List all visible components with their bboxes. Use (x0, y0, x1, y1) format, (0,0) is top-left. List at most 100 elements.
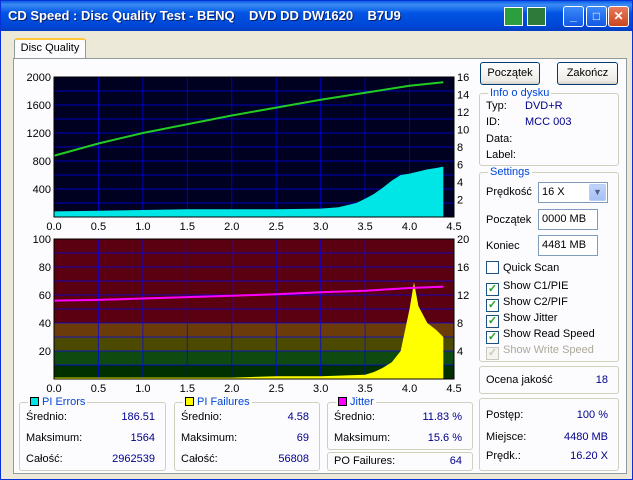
jitter-stats: Jitter Średnio: 11.83 % Maksimum: 15.6 % (327, 396, 473, 450)
pie-avg-label: Średnio: (26, 411, 67, 423)
position-label: Miejsce: (486, 431, 527, 443)
y-right-tick-label: 6 (457, 160, 463, 172)
show-pie-checkbox[interactable]: ✓ Show C1/PIE (486, 280, 568, 296)
progress-value: 100 % (576, 409, 608, 421)
x-tick-label: 3.5 (357, 383, 372, 395)
disc-quality-panel: 0.0 0.5 1.0 1.5 2.0 2.5 3.0 3.5 4.0 4.5 2000 1600 12… (13, 58, 627, 474)
tab-disc-quality[interactable]: Disc Quality (14, 38, 86, 59)
po-failures-box: PO Failures: 64 (327, 452, 473, 471)
quality-score-box: Ocena jakość 18 (479, 366, 619, 394)
start-button[interactable]: Początek (480, 62, 540, 85)
y-right-tick-label: 12 (457, 107, 469, 119)
chevron-down-icon[interactable]: ▼ (589, 184, 606, 201)
copy-icon[interactable] (504, 7, 523, 26)
pi-errors-title: PI Errors (28, 396, 88, 408)
x-tick-label: 4.5 (446, 383, 461, 395)
y-left-tick-label: 80 (39, 262, 51, 274)
y-right-tick-label: 8 (457, 318, 463, 330)
x-tick-label: 4.0 (402, 383, 417, 395)
start-position-input[interactable]: 0000 MB (538, 209, 598, 230)
pif-total-label: Całość: (181, 453, 218, 465)
quality-score-label: Ocena jakość (486, 374, 553, 386)
y-right-tick-label: 16 (457, 72, 469, 84)
jitter-title: Jitter (336, 396, 376, 408)
disc-label-label: Label: (486, 149, 516, 161)
window-title: CD Speed : Disc Quality Test - BENQ DVD … (8, 8, 401, 23)
jitter-avg-label: Średnio: (334, 411, 375, 423)
y-right-tick-label: 10 (457, 125, 469, 137)
check-icon[interactable]: ✓ (486, 283, 499, 296)
y-right-tick-label: 20 (457, 234, 469, 246)
x-tick-label: 1.5 (180, 383, 195, 395)
progress-box: Postęp: 100 % Miejsce: 4480 MB Prędk.: 1… (479, 398, 619, 471)
pif-color-marker (185, 397, 194, 406)
maximize-button[interactable]: □ (586, 6, 607, 27)
settings-title: Settings (488, 166, 532, 178)
x-tick-label: 0.5 (91, 383, 106, 395)
end-button[interactable]: Zakończ (557, 62, 618, 85)
current-speed-label: Prędk.: (486, 450, 521, 462)
disc-info-group: Info o dysku Typ: DVD+R ID: MCC 003 Data… (479, 87, 619, 166)
pi-failures-title: PI Failures (183, 396, 252, 408)
type-value: DVD+R (525, 100, 563, 112)
minimize-button[interactable]: _ (563, 6, 584, 27)
pie-total-value: 2962539 (112, 453, 155, 465)
date-label: Data: (486, 133, 513, 145)
show-read-speed-checkbox[interactable]: ✓ Show Read Speed (486, 328, 595, 344)
pif-avg-value: 4.58 (287, 411, 309, 423)
y-left-tick-label: 400 (33, 184, 51, 196)
title-bar[interactable]: CD Speed : Disc Quality Test - BENQ DVD … (1, 1, 632, 31)
y-right-tick-label: 12 (457, 290, 469, 302)
check-icon[interactable]: ✓ (486, 315, 499, 328)
end-position-input[interactable]: 4481 MB (538, 235, 598, 256)
show-pif-checkbox[interactable]: ✓ Show C2/PIF (486, 296, 568, 312)
po-failures-value: 64 (449, 455, 462, 467)
y-left-tick-label: 100 (33, 234, 51, 246)
disc-info-title: Info o dysku (488, 87, 552, 99)
settings-group: Settings Prędkość 16 X ▼ Początek 0000 M… (479, 166, 619, 362)
close-button[interactable]: ✕ (608, 6, 629, 27)
x-tick-label: 0.0 (46, 383, 61, 395)
pi-errors-stats: PI Errors Średnio: 186.51 Maksimum: 1564… (19, 396, 166, 471)
start-position-label: Początek (486, 214, 532, 226)
speed-label: Prędkość (486, 186, 532, 198)
jitter-max-value: 15.6 % (427, 432, 462, 444)
y-right-tick-label: 4 (457, 177, 463, 189)
current-speed-value: 16.20 X (570, 450, 608, 462)
pi-errors-chart: 0.0 0.5 1.0 1.5 2.0 2.5 3.0 3.5 4.0 4.52000160012… (27, 72, 470, 233)
y-left-tick-label: 1200 (27, 128, 51, 140)
app-window: CD Speed : Disc Quality Test - BENQ DVD … (0, 0, 633, 480)
x-tick-label: 2.5 (269, 383, 284, 395)
type-label: Typ: (486, 100, 507, 112)
jitter-max-label: Maksimum: (334, 432, 391, 444)
quality-score-value: 18 (595, 374, 608, 386)
check-icon[interactable]: ✓ (486, 299, 499, 312)
speed-select[interactable]: 16 X ▼ (538, 182, 608, 203)
check-icon[interactable]: ✓ (486, 331, 499, 344)
pie-total-label: Całość: (26, 453, 63, 465)
check-icon: ✓ (486, 347, 499, 360)
save-icon[interactable] (527, 7, 546, 26)
x-tick-label: 2.0 (224, 383, 239, 395)
progress-label: Postęp: (486, 409, 524, 421)
pie-color-marker (30, 397, 39, 406)
show-jitter-checkbox[interactable]: ✓ Show Jitter (486, 312, 557, 328)
pif-total-value: 56808 (278, 453, 309, 465)
checkbox-box[interactable] (486, 261, 499, 274)
quality-band (54, 337, 454, 351)
y-right-tick-label: 8 (457, 142, 463, 154)
y-left-tick-label: 800 (33, 156, 51, 168)
y-left-tick-label: 2000 (27, 72, 51, 84)
quick-scan-checkbox[interactable]: Quick Scan (486, 261, 559, 274)
pie-avg-value: 186.51 (121, 411, 155, 423)
y-right-tick-label: 4 (457, 346, 463, 358)
jitter-color-marker (338, 397, 347, 406)
y-right-tick-label: 14 (457, 90, 469, 102)
pie-max-label: Maksimum: (26, 432, 83, 444)
quality-band (54, 323, 454, 337)
pi-failures-stats: PI Failures Średnio: 4.58 Maksimum: 69 C… (174, 396, 320, 471)
x-tick-label: 1.0 (135, 383, 150, 395)
y-left-tick-label: 1600 (27, 100, 51, 112)
pif-max-label: Maksimum: (181, 432, 238, 444)
y-right-tick-label: 2 (457, 195, 463, 207)
